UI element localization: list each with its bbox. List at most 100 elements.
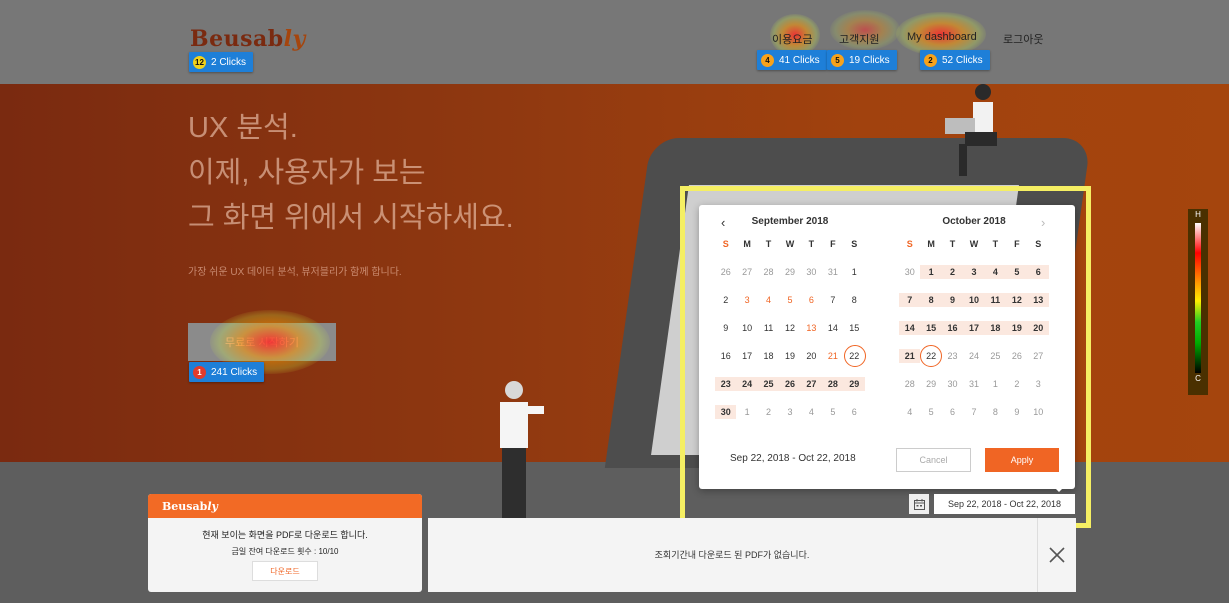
calendar-day[interactable]: 1 [736,405,757,419]
date-range-field[interactable]: Sep 22, 2018 - Oct 22, 2018 [934,494,1075,514]
calendar-day[interactable]: 20 [801,349,822,363]
download-button[interactable]: 다운로드 [252,561,318,581]
calendar-day[interactable]: 23 [942,349,963,363]
calendar-day[interactable]: 15 [920,321,942,335]
calendar-day[interactable]: 25 [985,349,1006,363]
calendar-day[interactable]: 7 [899,293,921,307]
calendar-day[interactable]: 6 [801,293,822,307]
close-button[interactable] [1037,518,1076,592]
calendar-day[interactable]: 1 [920,265,942,279]
cancel-button[interactable]: Cancel [896,448,971,472]
calendar-day[interactable]: 25 [757,377,780,391]
calendar-day[interactable]: 3 [736,293,757,307]
calendar-day[interactable]: 21 [822,349,843,363]
calendar-day[interactable]: 24 [963,349,984,363]
calendar-day[interactable]: 26 [1006,349,1027,363]
calendar-day[interactable]: 22 [843,345,866,367]
beusably-logo[interactable]: Beusably [190,26,306,52]
calendar-day[interactable]: 17 [736,349,757,363]
calendar-day[interactable]: 12 [1006,293,1028,307]
calendar-day[interactable]: 29 [779,265,800,279]
calendar-day[interactable]: 16 [941,321,964,335]
hero-title-line: 이제, 사용자가 보는 [188,157,426,189]
calendar-day[interactable]: 5 [779,293,800,307]
calendar-day[interactable]: 1 [844,265,865,279]
calendar-day[interactable]: 19 [1006,321,1028,335]
calendar-day[interactable]: 17 [963,321,985,335]
hero-subtitle: 가장 쉬운 UX 데이터 분석, 뷰저블리가 함께 합니다. [188,267,402,278]
nav-pricing[interactable]: 이용요금 [772,31,812,47]
calendar-day[interactable]: 20 [1027,321,1049,335]
calendar-day[interactable]: 2 [1006,377,1027,391]
calendar-day[interactable]: 11 [984,293,1007,307]
calendar-day[interactable]: 2 [941,265,964,279]
calendar-day[interactable]: 13 [801,321,822,335]
calendar-day[interactable]: 5 [1006,265,1028,279]
calendar-day[interactable]: 9 [715,321,736,335]
calendar-day[interactable]: 2 [715,293,736,307]
calendar-day[interactable]: 14 [822,321,843,335]
calendar-day[interactable]: 26 [715,265,736,279]
calendar-day[interactable]: 27 [736,265,757,279]
calendar-day[interactable]: 16 [715,349,736,363]
calendar-day[interactable]: 14 [899,321,921,335]
calendar-day[interactable]: 7 [822,293,843,307]
calendar-day[interactable]: 4 [758,293,779,307]
calendar-day[interactable]: 28 [758,265,779,279]
calendar-day[interactable]: 8 [985,405,1006,419]
calendar-day[interactable]: 10 [1028,405,1049,419]
calendar-day[interactable]: 29 [920,377,941,391]
calendar-day[interactable]: 8 [844,293,865,307]
calendar-day[interactable]: 3 [1028,377,1049,391]
calendar-day[interactable]: 8 [920,293,942,307]
calendar-day[interactable]: 23 [715,377,737,391]
calendar-day[interactable]: 30 [899,265,920,279]
calendar-day[interactable]: 10 [736,321,757,335]
calendar-day[interactable]: 27 [1028,349,1049,363]
calendar-day[interactable]: 3 [779,405,800,419]
week-row: 30 1 2 3 4 5 6 [899,265,1049,279]
calendar-day[interactable]: 30 [715,405,737,419]
calendar-day[interactable]: 18 [758,349,779,363]
calendar-day[interactable]: 5 [920,405,941,419]
calendar-day[interactable]: 4 [899,405,920,419]
calendar-day[interactable]: 12 [779,321,800,335]
calendar-day[interactable]: 5 [822,405,843,419]
calendar-day[interactable]: 28 [822,377,844,391]
calendar-day[interactable]: 4 [801,405,822,419]
calendar-day[interactable]: 31 [963,377,984,391]
calendar-day[interactable]: 31 [822,265,843,279]
calendar-toggle-button[interactable] [909,494,929,514]
calendar-day[interactable]: 3 [963,265,985,279]
calendar-day[interactable]: 22 [920,345,943,367]
calendar-day[interactable]: 2 [758,405,779,419]
calendar-day[interactable]: 18 [984,321,1007,335]
calendar-day[interactable]: 9 [941,293,964,307]
calendar-day[interactable]: 19 [779,349,800,363]
calendar-day[interactable]: 15 [844,321,865,335]
click-badge-logo: 12 2 Clicks [189,52,254,72]
calendar-day[interactable]: 26 [779,377,801,391]
calendar-day[interactable]: 24 [736,377,758,391]
calendar-day[interactable]: 6 [844,405,865,419]
calendar-day[interactable]: 6 [1027,265,1049,279]
nav-my-dashboard[interactable]: My dashboard [907,31,977,43]
calendar-day[interactable]: 7 [963,405,984,419]
nav-support[interactable]: 고객지원 [839,31,879,47]
calendar-day[interactable]: 11 [758,321,779,335]
calendar-day[interactable]: 13 [1027,293,1049,307]
calendar-day[interactable]: 30 [942,377,963,391]
calendar-day[interactable]: 6 [942,405,963,419]
calendar-day[interactable]: 30 [801,265,822,279]
calendar-day[interactable]: 27 [800,377,823,391]
calendar-day[interactable]: 10 [963,293,985,307]
calendar-day[interactable]: 28 [899,377,920,391]
calendar-day[interactable]: 9 [1006,405,1027,419]
week-row: 2345678 [715,293,865,307]
calendar-day[interactable]: 1 [985,377,1006,391]
calendar-day[interactable]: 29 [843,377,865,391]
calendar-day[interactable]: 4 [984,265,1007,279]
nav-logout[interactable]: 로그아웃 [1003,31,1043,47]
apply-button[interactable]: Apply [985,448,1059,472]
calendar-day[interactable]: 21 [899,349,921,363]
